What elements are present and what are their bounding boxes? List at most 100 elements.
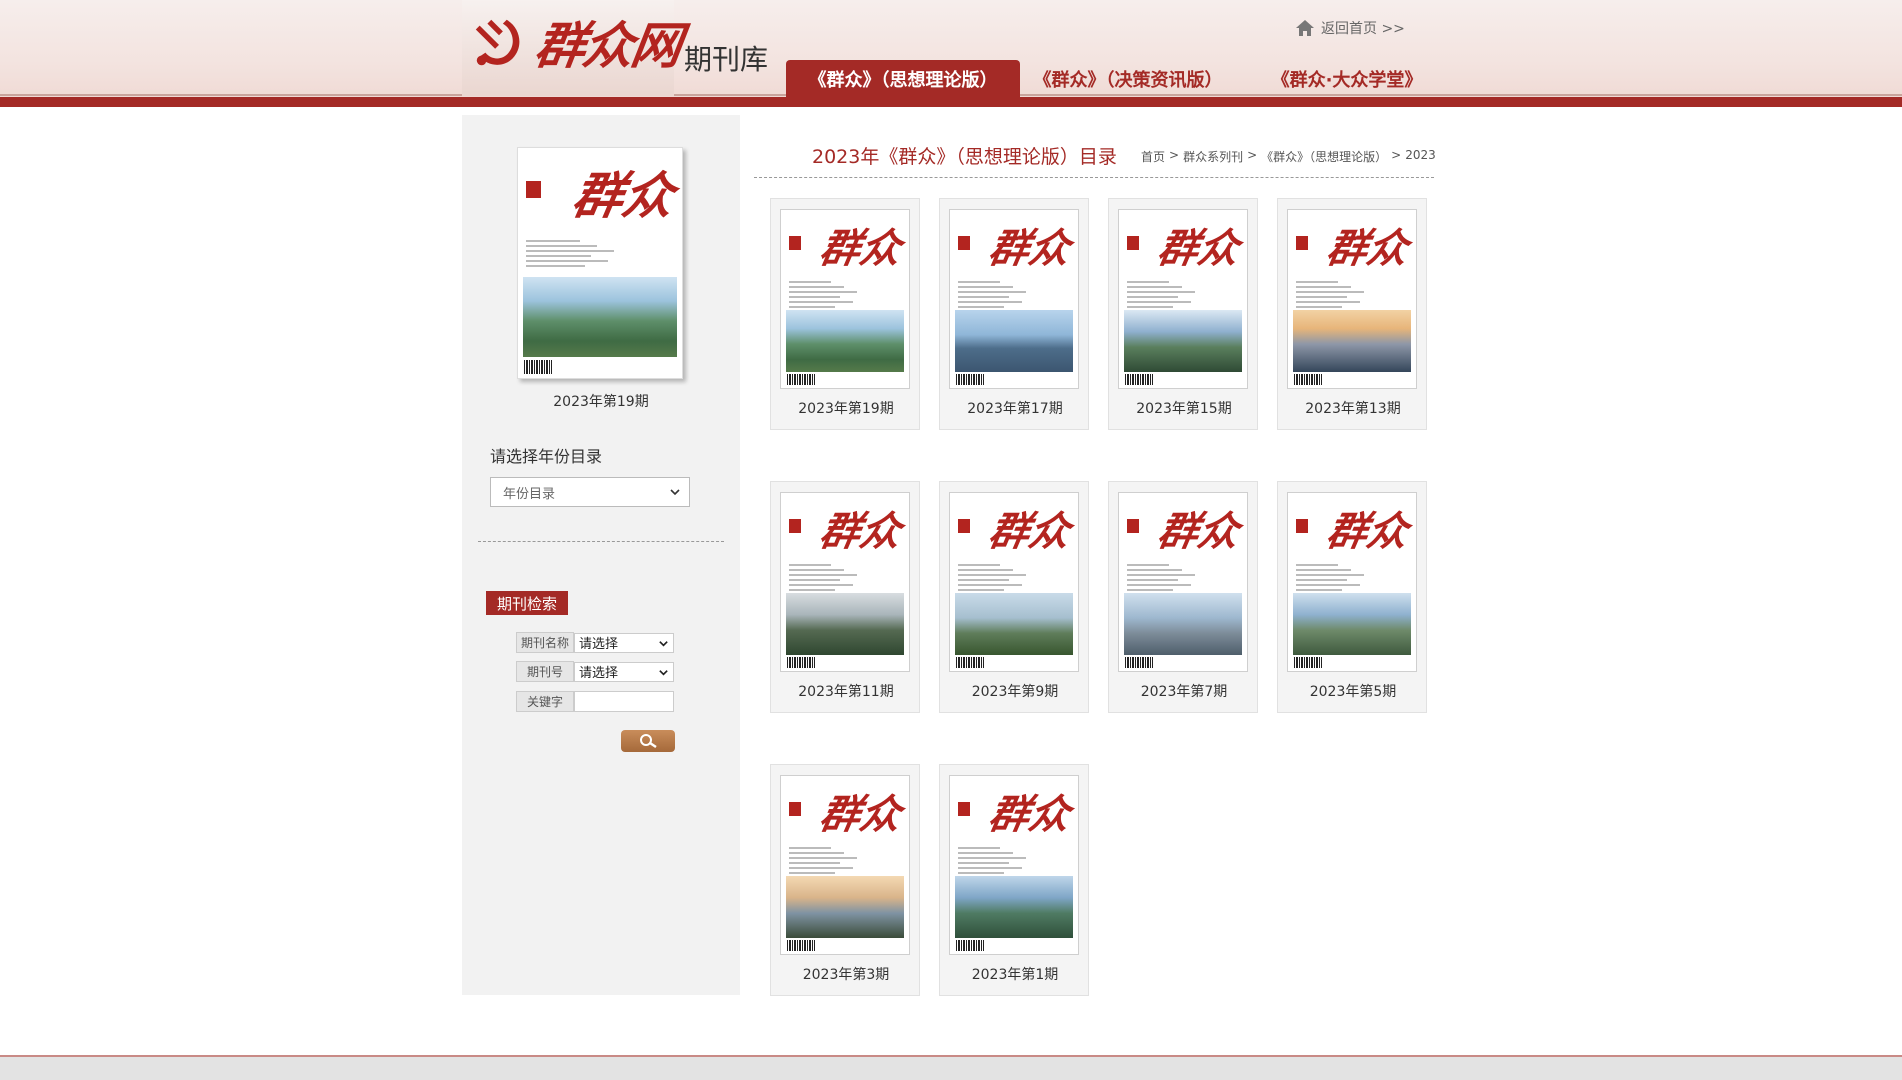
home-link[interactable]: 返回首页 >> <box>1295 18 1405 38</box>
issue-card[interactable]: 群众 2023年第3期 <box>770 764 920 996</box>
issue-card[interactable]: 群众 2023年第9期 <box>939 481 1089 713</box>
issue-caption[interactable]: 2023年第19期 <box>771 398 921 418</box>
cover-contents-lines <box>789 847 866 877</box>
tab-public-school[interactable]: 《群众·大众学堂》 <box>1242 60 1452 97</box>
cover-photo <box>786 876 904 938</box>
issue-cover-image[interactable]: 群众 <box>949 775 1079 955</box>
home-link-label: 返回首页 >> <box>1321 21 1405 37</box>
issue-card[interactable]: 群众 2023年第19期 <box>770 198 920 430</box>
home-icon <box>1296 20 1314 36</box>
breadcrumb-separator: > <box>1247 148 1258 162</box>
issue-card[interactable]: 群众 2023年第13期 <box>1277 198 1427 430</box>
cover-photo <box>786 310 904 372</box>
cover-contents-lines <box>526 240 624 270</box>
year-select-title: 请选择年份目录 <box>490 447 603 466</box>
cover-logo: 群众 <box>568 165 679 225</box>
issue-cover-image[interactable]: 群众 <box>949 209 1079 389</box>
cover-photo <box>523 277 677 357</box>
cover-barcode <box>787 940 815 951</box>
cover-contents-lines <box>1127 564 1204 594</box>
cover-logo: 群众 <box>1323 508 1412 555</box>
cover-barcode <box>956 374 984 385</box>
chevron-down-icon <box>670 489 680 496</box>
cover-issue-badge <box>789 236 801 250</box>
cover-issue-badge <box>1296 519 1308 533</box>
cover-photo <box>955 310 1073 372</box>
issue-number-row: 期刊号 请选择 <box>516 661 674 682</box>
journal-name-label: 期刊名称 <box>516 632 574 653</box>
cover-photo <box>1124 593 1242 655</box>
year-select[interactable]: 年份目录 <box>490 477 690 507</box>
issue-caption[interactable]: 2023年第11期 <box>771 681 921 701</box>
page-title: 2023年《群众》（思想理论版）目录 <box>812 146 1117 168</box>
breadcrumb-home[interactable]: 首页 <box>1141 148 1165 165</box>
cover-contents-lines <box>958 281 1035 311</box>
issue-caption[interactable]: 2023年第3期 <box>771 964 921 984</box>
cover-barcode <box>1125 657 1153 668</box>
cover-barcode <box>956 940 984 951</box>
year-select-value: 年份目录 <box>503 486 556 502</box>
sidebar-divider <box>478 541 724 542</box>
cover-issue-badge <box>958 519 970 533</box>
issue-number-select[interactable]: 请选择 <box>574 661 674 682</box>
issue-cover-image[interactable]: 群众 <box>1118 492 1248 672</box>
cover-logo: 群众 <box>816 225 905 272</box>
cover-contents-lines <box>1296 564 1373 594</box>
issue-caption[interactable]: 2023年第17期 <box>940 398 1090 418</box>
issue-number-value: 请选择 <box>579 666 619 681</box>
party-emblem-icon <box>475 19 520 66</box>
cover-issue-badge <box>789 519 801 533</box>
logo-text: 群众网 <box>531 16 684 75</box>
breadcrumb-journal[interactable]: 《群众》（思想理论版） <box>1261 148 1387 165</box>
featured-cover[interactable]: 群众 <box>517 147 683 379</box>
issue-caption[interactable]: 2023年第5期 <box>1278 681 1428 701</box>
cover-photo <box>1124 310 1242 372</box>
issue-cover-image[interactable]: 群众 <box>780 775 910 955</box>
search-button[interactable] <box>621 730 675 752</box>
cover-photo <box>1293 593 1411 655</box>
issue-cover-image[interactable]: 群众 <box>780 492 910 672</box>
journal-name-value: 请选择 <box>579 637 619 652</box>
issue-caption[interactable]: 2023年第13期 <box>1278 398 1428 418</box>
cover-logo: 群众 <box>1154 225 1243 272</box>
cover-issue-badge <box>1296 236 1308 250</box>
issue-caption[interactable]: 2023年第15期 <box>1109 398 1259 418</box>
issue-number-label: 期刊号 <box>516 661 574 682</box>
breadcrumb-year[interactable]: 2023 <box>1405 148 1436 165</box>
sidebar: 群众 2023年第19期 请选择年份目录 年份目录 期刊检索 期刊名称 请选择 … <box>462 115 740 995</box>
cover-issue-badge <box>958 802 970 816</box>
issue-card[interactable]: 群众 2023年第15期 <box>1108 198 1258 430</box>
issue-caption[interactable]: 2023年第7期 <box>1109 681 1259 701</box>
tab-theory-edition[interactable]: 《群众》（思想理论版） <box>786 60 1020 97</box>
site-subtitle: 期刊库 <box>684 43 769 76</box>
breadcrumb-series[interactable]: 群众系列刊 <box>1183 148 1243 165</box>
issue-caption[interactable]: 2023年第1期 <box>940 964 1090 984</box>
issue-cover-image[interactable]: 群众 <box>780 209 910 389</box>
cover-contents-lines <box>958 847 1035 877</box>
cover-logo: 群众 <box>985 225 1074 272</box>
cover-photo <box>955 876 1073 938</box>
issue-card[interactable]: 群众 2023年第1期 <box>939 764 1089 996</box>
keyword-input[interactable] <box>574 691 674 712</box>
journal-name-select[interactable]: 请选择 <box>574 632 674 653</box>
cover-logo: 群众 <box>816 791 905 838</box>
main-divider <box>754 177 1434 178</box>
journal-name-row: 期刊名称 请选择 <box>516 632 674 653</box>
issue-card[interactable]: 群众 2023年第17期 <box>939 198 1089 430</box>
cover-photo <box>955 593 1073 655</box>
tab-decision-edition[interactable]: 《群众》（决策资讯版） <box>1026 60 1230 97</box>
issue-cover-image[interactable]: 群众 <box>1287 492 1417 672</box>
chevron-down-icon <box>659 669 668 676</box>
issue-cover-image[interactable]: 群众 <box>1287 209 1417 389</box>
issue-caption[interactable]: 2023年第9期 <box>940 681 1090 701</box>
cover-logo: 群众 <box>985 791 1074 838</box>
issue-card[interactable]: 群众 2023年第5期 <box>1277 481 1427 713</box>
issue-cover-image[interactable]: 群众 <box>1118 209 1248 389</box>
issue-cover-image[interactable]: 群众 <box>949 492 1079 672</box>
issue-card[interactable]: 群众 2023年第11期 <box>770 481 920 713</box>
cover-logo: 群众 <box>1154 508 1243 555</box>
issue-card[interactable]: 群众 2023年第7期 <box>1108 481 1258 713</box>
cover-contents-lines <box>789 281 866 311</box>
cover-contents-lines <box>958 564 1035 594</box>
cover-barcode <box>1125 374 1153 385</box>
